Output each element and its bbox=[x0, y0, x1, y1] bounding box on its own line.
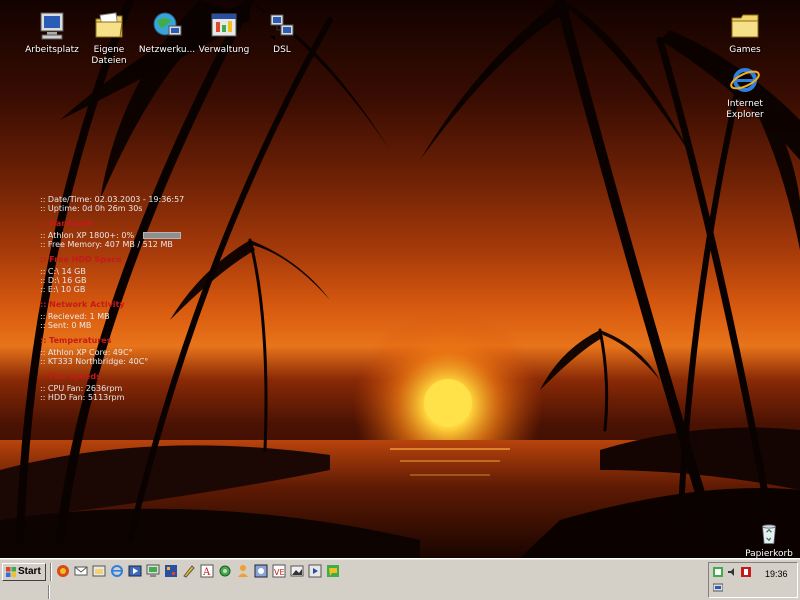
dsl-connection-icon bbox=[270, 14, 294, 40]
cpu-load-text: :: Athlon XP 1800+: 0% bbox=[40, 231, 135, 240]
hdd-heading: :: Free HDD Space bbox=[40, 255, 122, 264]
gear-icon[interactable] bbox=[218, 564, 232, 578]
cpu-temp-text: :: Athlon XP Core: 49C° bbox=[40, 348, 133, 357]
received-text: :: Recieved: 1 MB bbox=[40, 312, 110, 321]
desktop-icon-label: Games bbox=[729, 45, 761, 55]
folder-icon bbox=[731, 14, 759, 38]
computer-icon bbox=[40, 12, 64, 40]
memory-text: :: Free Memory: 407 MB / 512 MB bbox=[40, 240, 173, 249]
volume-tray-icon[interactable] bbox=[727, 567, 737, 577]
windows-logo-icon bbox=[6, 567, 16, 577]
paint-icon[interactable] bbox=[182, 564, 196, 578]
temperature-heading: :: Temperatures bbox=[40, 336, 112, 345]
network-tray-icon[interactable] bbox=[713, 567, 723, 577]
desktop-icon-label: DSL bbox=[273, 45, 291, 55]
ve-icon[interactable]: VE bbox=[272, 564, 286, 578]
northbridge-temp-text: :: KT333 Northbridge: 40C° bbox=[40, 357, 149, 366]
desktop-icon-recycle-bin[interactable]: Papierkorb bbox=[733, 520, 800, 560]
drive-d-text: :: D:\ 16 GB bbox=[40, 276, 87, 285]
desktop-icon-label: Internet bbox=[727, 99, 763, 109]
desktop-icon-label: Explorer bbox=[726, 110, 764, 120]
system-monitor-widget: :: Date/Time: 02.03.2003 - 19:36:57 :: U… bbox=[40, 195, 230, 402]
datetime-text: :: Date/Time: 02.03.2003 - 19:36:57 bbox=[40, 195, 185, 204]
task-button-area bbox=[48, 583, 698, 599]
browser-icon[interactable] bbox=[56, 564, 70, 578]
drive-e-text: :: E:\ 10 GB bbox=[40, 285, 86, 294]
network-icon[interactable] bbox=[164, 564, 178, 578]
cpu-load-bar bbox=[142, 232, 181, 239]
user-icon[interactable] bbox=[236, 564, 250, 578]
uptime-text: :: Uptime: 0d 0h 26m 30s bbox=[40, 204, 143, 213]
svg-text:A: A bbox=[202, 567, 211, 578]
sent-text: :: Sent: 0 MB bbox=[40, 321, 92, 330]
player-icon[interactable] bbox=[308, 564, 322, 578]
cpu-load-row: :: Athlon XP 1800+: 0% bbox=[40, 231, 230, 240]
media-icon[interactable] bbox=[128, 564, 142, 578]
network-icon bbox=[153, 12, 182, 36]
control-panel-icon bbox=[211, 13, 237, 37]
taskbar: Start A VE 19:36 bbox=[0, 558, 800, 600]
ie-icon[interactable] bbox=[110, 564, 124, 578]
desktop-icon-label: Dateien bbox=[91, 56, 127, 66]
security-tray-icon[interactable] bbox=[741, 567, 751, 577]
start-button[interactable]: Start bbox=[2, 563, 46, 581]
desktop-icon-games[interactable]: Games bbox=[709, 10, 781, 56]
desktop-icon-dsl[interactable]: DSL bbox=[246, 10, 318, 56]
drive-c-text: :: C:\ 14 GB bbox=[40, 267, 86, 276]
photo-icon[interactable] bbox=[290, 564, 304, 578]
clock[interactable]: 19:36 bbox=[765, 569, 788, 579]
system-tray: 19:36 bbox=[708, 562, 798, 598]
monitor-icon[interactable] bbox=[146, 564, 160, 578]
display-tray-icon[interactable] bbox=[713, 583, 723, 593]
my-documents-folder-icon bbox=[95, 12, 123, 38]
explorer-icon[interactable] bbox=[92, 564, 106, 578]
font-icon[interactable]: A bbox=[200, 564, 214, 578]
chat-icon[interactable] bbox=[326, 564, 340, 578]
svg-text:VE: VE bbox=[274, 568, 285, 577]
app-icon[interactable] bbox=[254, 564, 268, 578]
cpu-fan-text: :: CPU Fan: 2636rpm bbox=[40, 384, 123, 393]
network-heading: :: Network Activity bbox=[40, 300, 125, 309]
start-label: Start bbox=[18, 566, 41, 577]
desktop-icon-internet-explorer[interactable]: Internet Explorer bbox=[709, 64, 781, 121]
taskbar-separator bbox=[50, 563, 52, 581]
mail-icon[interactable] bbox=[74, 564, 88, 578]
fan-heading: :: Fan Speeds bbox=[40, 372, 101, 381]
hdd-fan-text: :: HDD Fan: 5113rpm bbox=[40, 393, 125, 402]
hardware-heading: :: Hardware bbox=[40, 219, 94, 228]
recycle-bin-icon bbox=[762, 524, 776, 544]
internet-explorer-icon bbox=[730, 68, 760, 92]
